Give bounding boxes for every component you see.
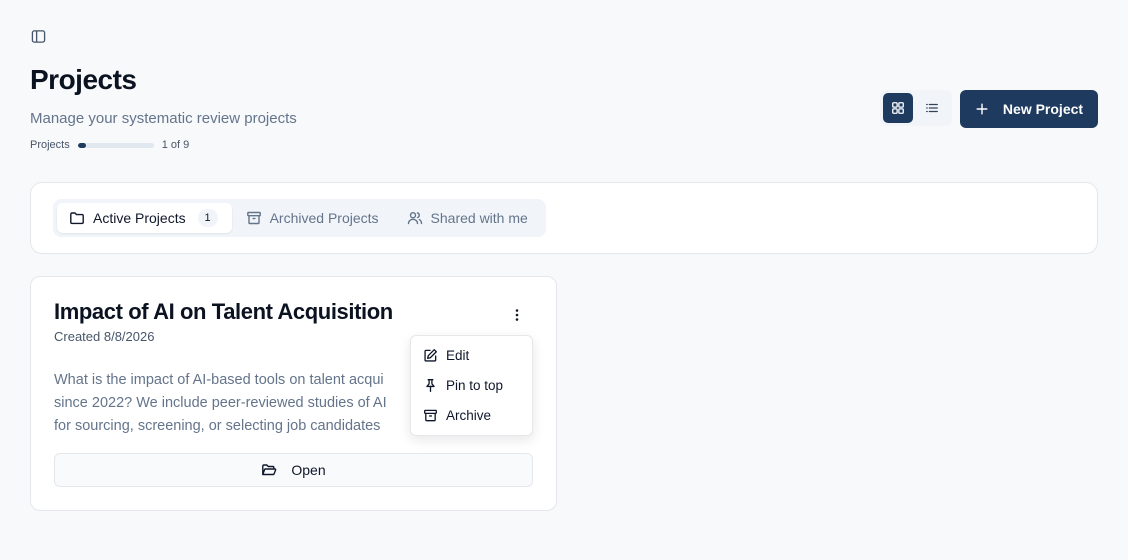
tab-label: Shared with me <box>430 210 528 226</box>
quota-count: 1 of 9 <box>161 139 190 151</box>
page-subtitle: Manage your systematic review projects <box>30 110 297 127</box>
quota-progress-bar <box>77 142 154 148</box>
users-icon <box>407 211 422 225</box>
plus-icon <box>976 103 988 115</box>
menu-item-label: Edit <box>446 347 470 363</box>
menu-item-pin-to-top[interactable]: Pin to top <box>415 370 528 400</box>
menu-item-edit[interactable]: Edit <box>415 340 528 370</box>
more-vertical-icon <box>515 309 519 321</box>
list-icon <box>926 103 938 113</box>
grid-view-button[interactable] <box>883 93 913 123</box>
open-project-button[interactable]: Open <box>54 453 533 487</box>
project-menu-button[interactable] <box>507 305 527 325</box>
project-title: Impact of AI on Talent Acquisition <box>54 299 393 324</box>
menu-item-label: Archive <box>446 407 492 423</box>
quota-progress-fill <box>77 142 87 148</box>
new-project-button[interactable]: New Project <box>960 90 1098 128</box>
tabs-card: Active Projects 1 Archived Projects Shar… <box>30 182 1098 254</box>
folder-icon <box>70 212 84 225</box>
page-title: Projects <box>30 64 137 95</box>
menu-item-archive[interactable]: Archive <box>415 400 528 430</box>
open-label: Open <box>291 462 326 478</box>
sidebar-toggle-icon[interactable] <box>30 28 46 44</box>
archive-icon <box>246 211 261 225</box>
tab-shared-with-me[interactable]: Shared with me <box>395 203 542 233</box>
tab-archived-projects[interactable]: Archived Projects <box>234 203 393 233</box>
archive-icon <box>424 409 437 421</box>
project-created-date: Created 8/8/2026 <box>54 329 155 344</box>
list-view-button[interactable] <box>917 93 947 123</box>
project-quota: Projects 1 of 9 <box>30 138 189 152</box>
quota-label: Projects <box>30 139 70 151</box>
grid-icon <box>892 102 904 114</box>
tab-count-badge: 1 <box>197 209 218 227</box>
tab-label: Active Projects <box>93 210 186 226</box>
tab-active-projects[interactable]: Active Projects 1 <box>57 203 232 233</box>
new-project-label: New Project <box>1002 101 1084 117</box>
edit-icon <box>424 348 437 362</box>
project-tabs: Active Projects 1 Archived Projects Shar… <box>53 199 546 237</box>
folder-open-icon <box>262 464 277 476</box>
pin-icon <box>426 378 435 392</box>
tab-label: Archived Projects <box>269 210 379 226</box>
project-actions-menu: Edit Pin to top Archive <box>410 335 533 436</box>
menu-item-label: Pin to top <box>446 377 504 393</box>
view-toggle <box>880 90 952 126</box>
